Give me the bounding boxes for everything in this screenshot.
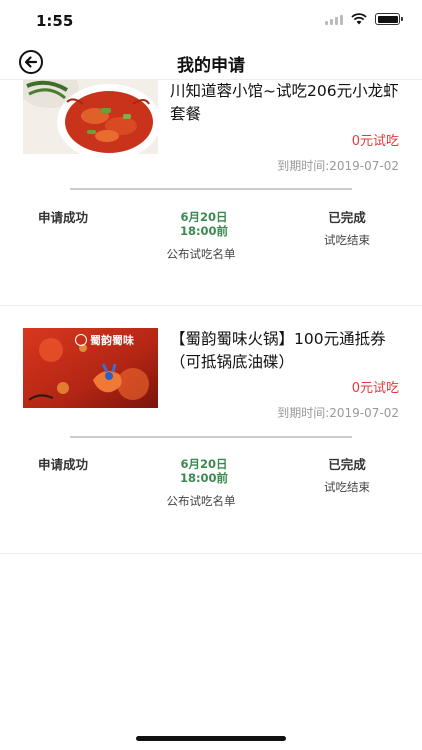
step-applied-label: 申请成功 — [38, 210, 89, 225]
home-indicator[interactable] — [136, 736, 286, 741]
status-time: 1:55 — [36, 12, 74, 30]
progress-line — [70, 436, 352, 438]
wifi-icon — [351, 13, 367, 25]
price-label: 0元试吃 — [351, 134, 399, 149]
card-title: 【蜀韵蜀味火锅】100元通抵券（可抵锅底油碟） — [170, 330, 386, 371]
step-announce-date: 6月20日 18:00前 — [179, 457, 229, 485]
application-card[interactable]: 川知道蓉小馆~试吃206元小龙虾套餐 0元试吃 到期时间:2019-07-02 … — [0, 80, 422, 306]
step-completed-desc: 试吃结束 — [324, 480, 370, 494]
step-announce-desc: 公布试吃名单 — [166, 494, 236, 508]
brand-logo: 蜀韵蜀味 — [75, 332, 134, 348]
card-title: 川知道蓉小馆~试吃206元小龙虾套餐 — [170, 82, 399, 123]
status-bar: 1:55 — [0, 0, 422, 44]
step-completed-label: 已完成 — [328, 210, 366, 225]
page-title: 我的申请 — [177, 56, 245, 76]
dish-image — [23, 80, 158, 154]
application-list: 川知道蓉小馆~试吃206元小龙虾套餐 0元试吃 到期时间:2019-07-02 … — [0, 80, 422, 554]
step-announce-desc: 公布试吃名单 — [166, 247, 236, 261]
price-label: 0元试吃 — [351, 381, 399, 396]
logo-text: 蜀韵蜀味 — [90, 334, 134, 347]
progress-line — [70, 188, 352, 190]
expiry-date: 到期时间:2019-07-02 — [277, 406, 399, 420]
step-completed-label: 已完成 — [328, 457, 366, 472]
application-card[interactable]: 蜀韵蜀味 【蜀韵蜀味火锅】100元通抵券（可抵锅底油碟） 0元试吃 到期时间:2… — [0, 306, 422, 554]
hotpot-image: 蜀韵蜀味 — [23, 328, 158, 408]
step-applied-label: 申请成功 — [38, 457, 89, 472]
logo-badge-icon — [75, 334, 87, 346]
cellular-signal-icon — [325, 14, 343, 25]
navigation-bar: 我的申请 — [0, 44, 422, 80]
expiry-date: 到期时间:2019-07-02 — [277, 159, 399, 173]
step-announce-date: 6月20日 18:00前 — [179, 210, 229, 238]
status-icons — [325, 13, 403, 25]
step-completed-desc: 试吃结束 — [324, 233, 370, 247]
battery-icon — [375, 13, 403, 25]
